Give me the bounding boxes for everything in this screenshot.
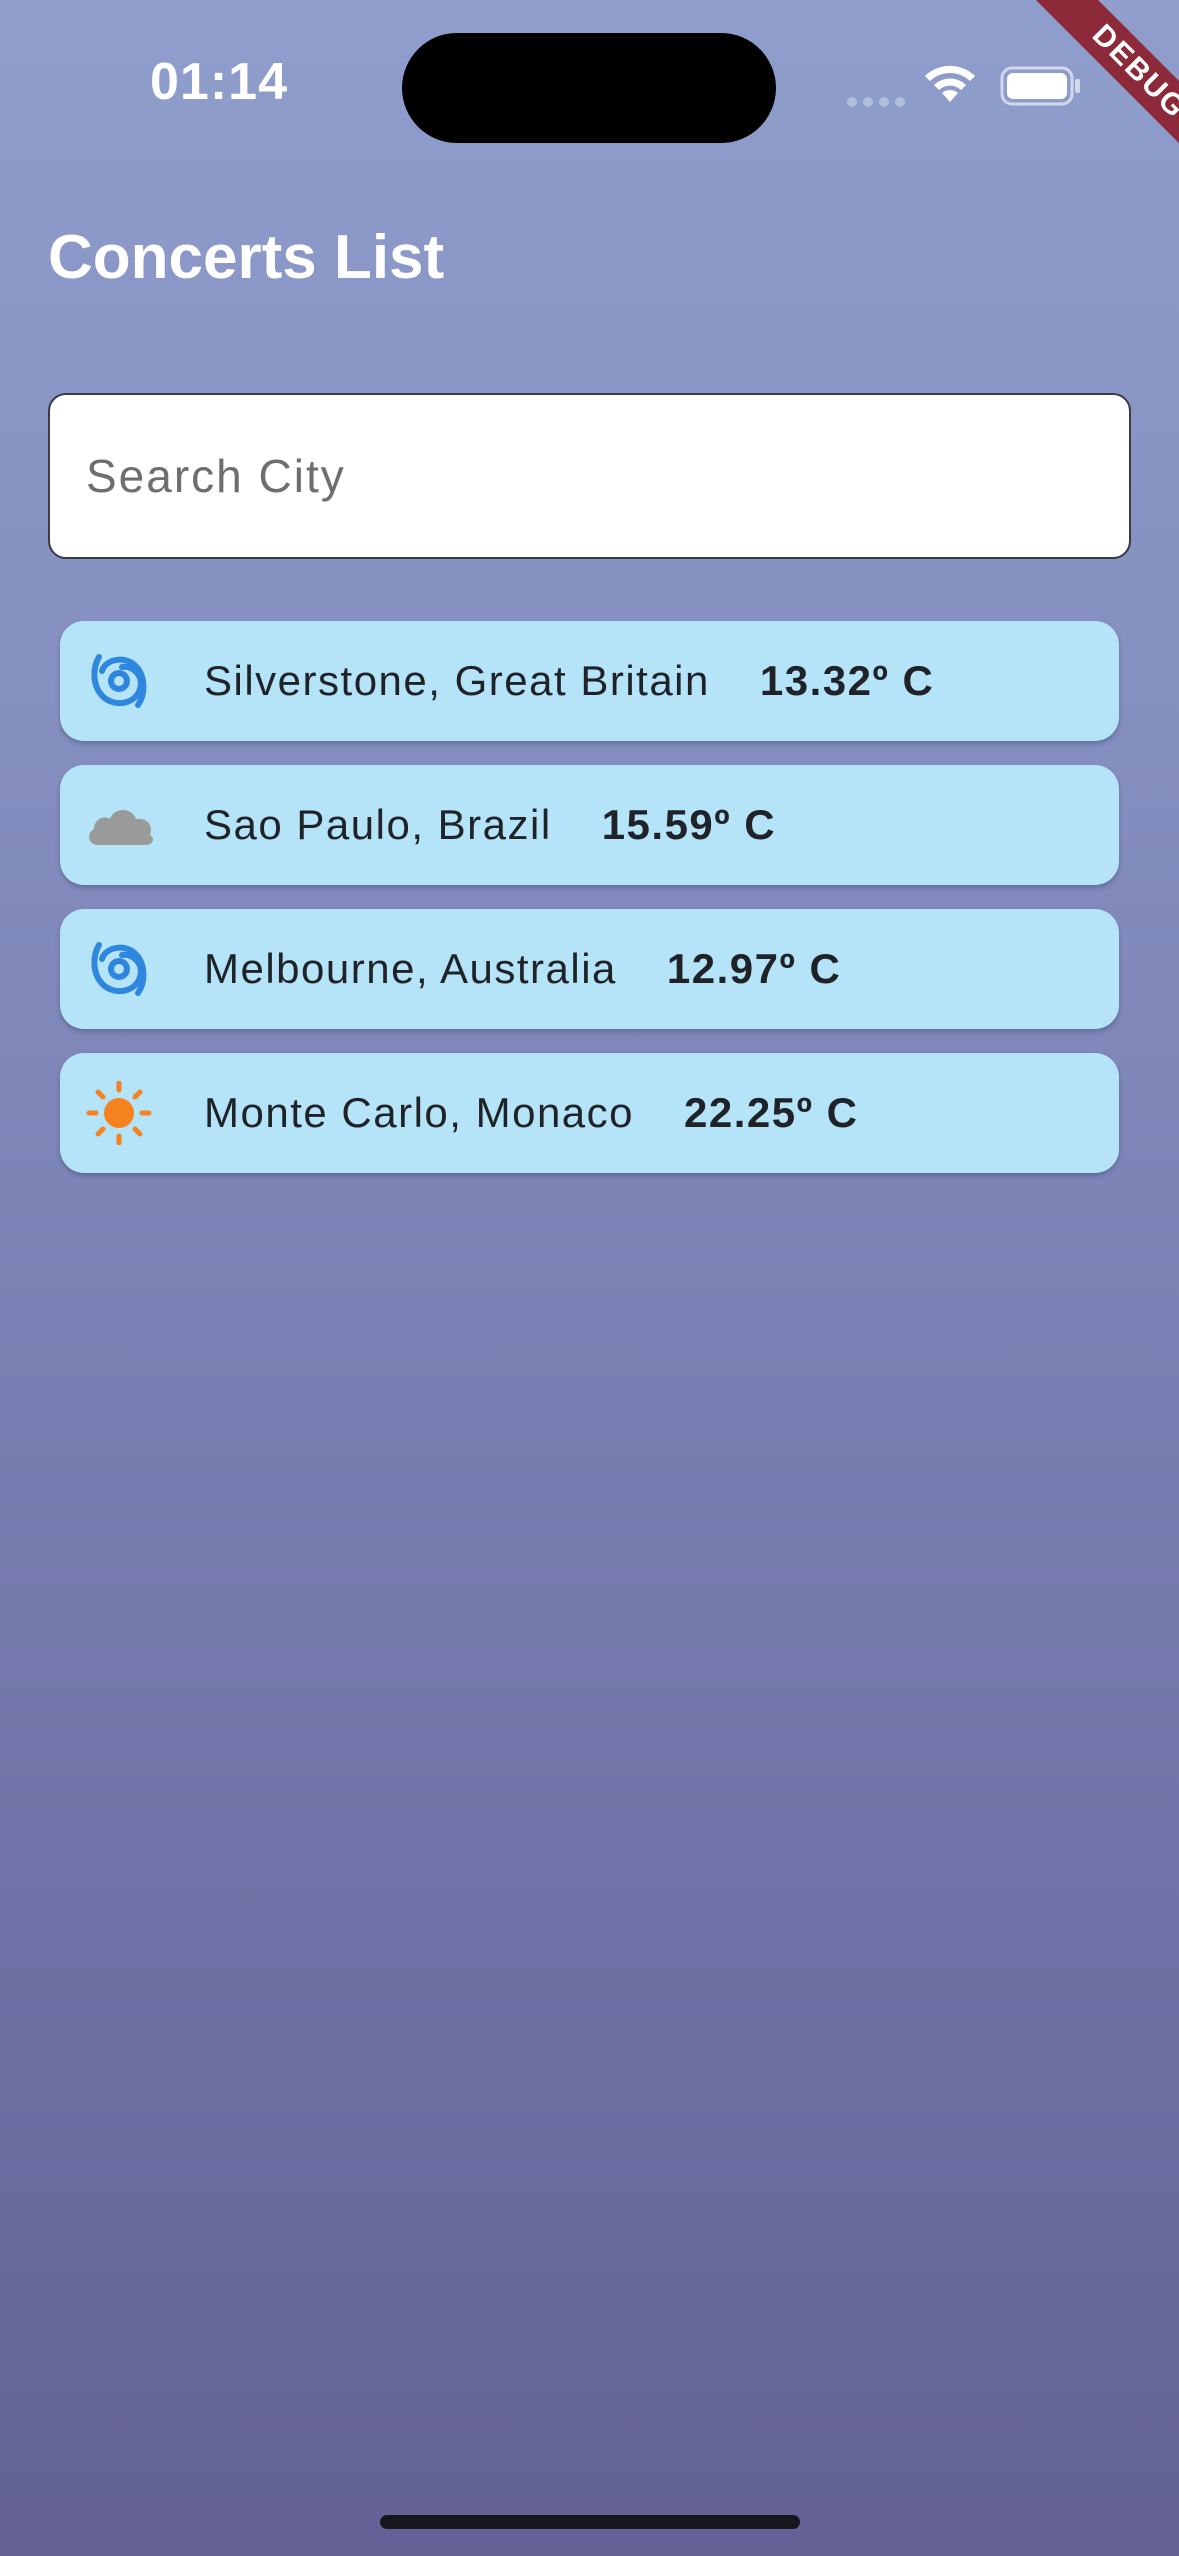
cyclone-icon <box>91 942 147 996</box>
sun-icon <box>86 1081 152 1145</box>
concert-city: Monte Carlo, Monaco <box>204 1089 635 1136</box>
wifi-icon <box>925 65 975 102</box>
concert-temperature: 12.97º C <box>666 945 842 992</box>
home-indicator[interactable] <box>380 2515 800 2529</box>
concert-list-item[interactable]: Monte Carlo, Monaco 22.25º C <box>60 1053 1119 1173</box>
concert-list: Silverstone, Great Britain 13.32º C Sao … <box>60 621 1119 1197</box>
cloud-icon <box>89 810 153 845</box>
concert-temperature: 15.59º C <box>601 801 777 848</box>
cellular-signal-icon <box>847 97 905 107</box>
search-city-input[interactable] <box>48 393 1131 559</box>
concert-city: Sao Paulo, Brazil <box>204 801 552 848</box>
page-title: Concerts List <box>48 223 445 292</box>
status-time: 01:14 <box>150 53 288 111</box>
concert-city: Melbourne, Australia <box>204 945 617 992</box>
dynamic-island <box>402 33 776 143</box>
concert-temperature: 22.25º C <box>684 1089 859 1136</box>
cyclone-icon <box>91 654 147 708</box>
concert-city: Silverstone, Great Britain <box>204 657 710 704</box>
concert-list-item[interactable]: Silverstone, Great Britain 13.32º C <box>60 621 1119 741</box>
debug-banner: DEBUG <box>979 0 1179 200</box>
concert-list-item[interactable]: Sao Paulo, Brazil 15.59º C <box>60 765 1119 885</box>
concert-temperature: 13.32º C <box>759 657 935 704</box>
concert-list-item[interactable]: Melbourne, Australia 12.97º C <box>60 909 1119 1029</box>
debug-banner-label: DEBUG <box>1031 0 1179 180</box>
